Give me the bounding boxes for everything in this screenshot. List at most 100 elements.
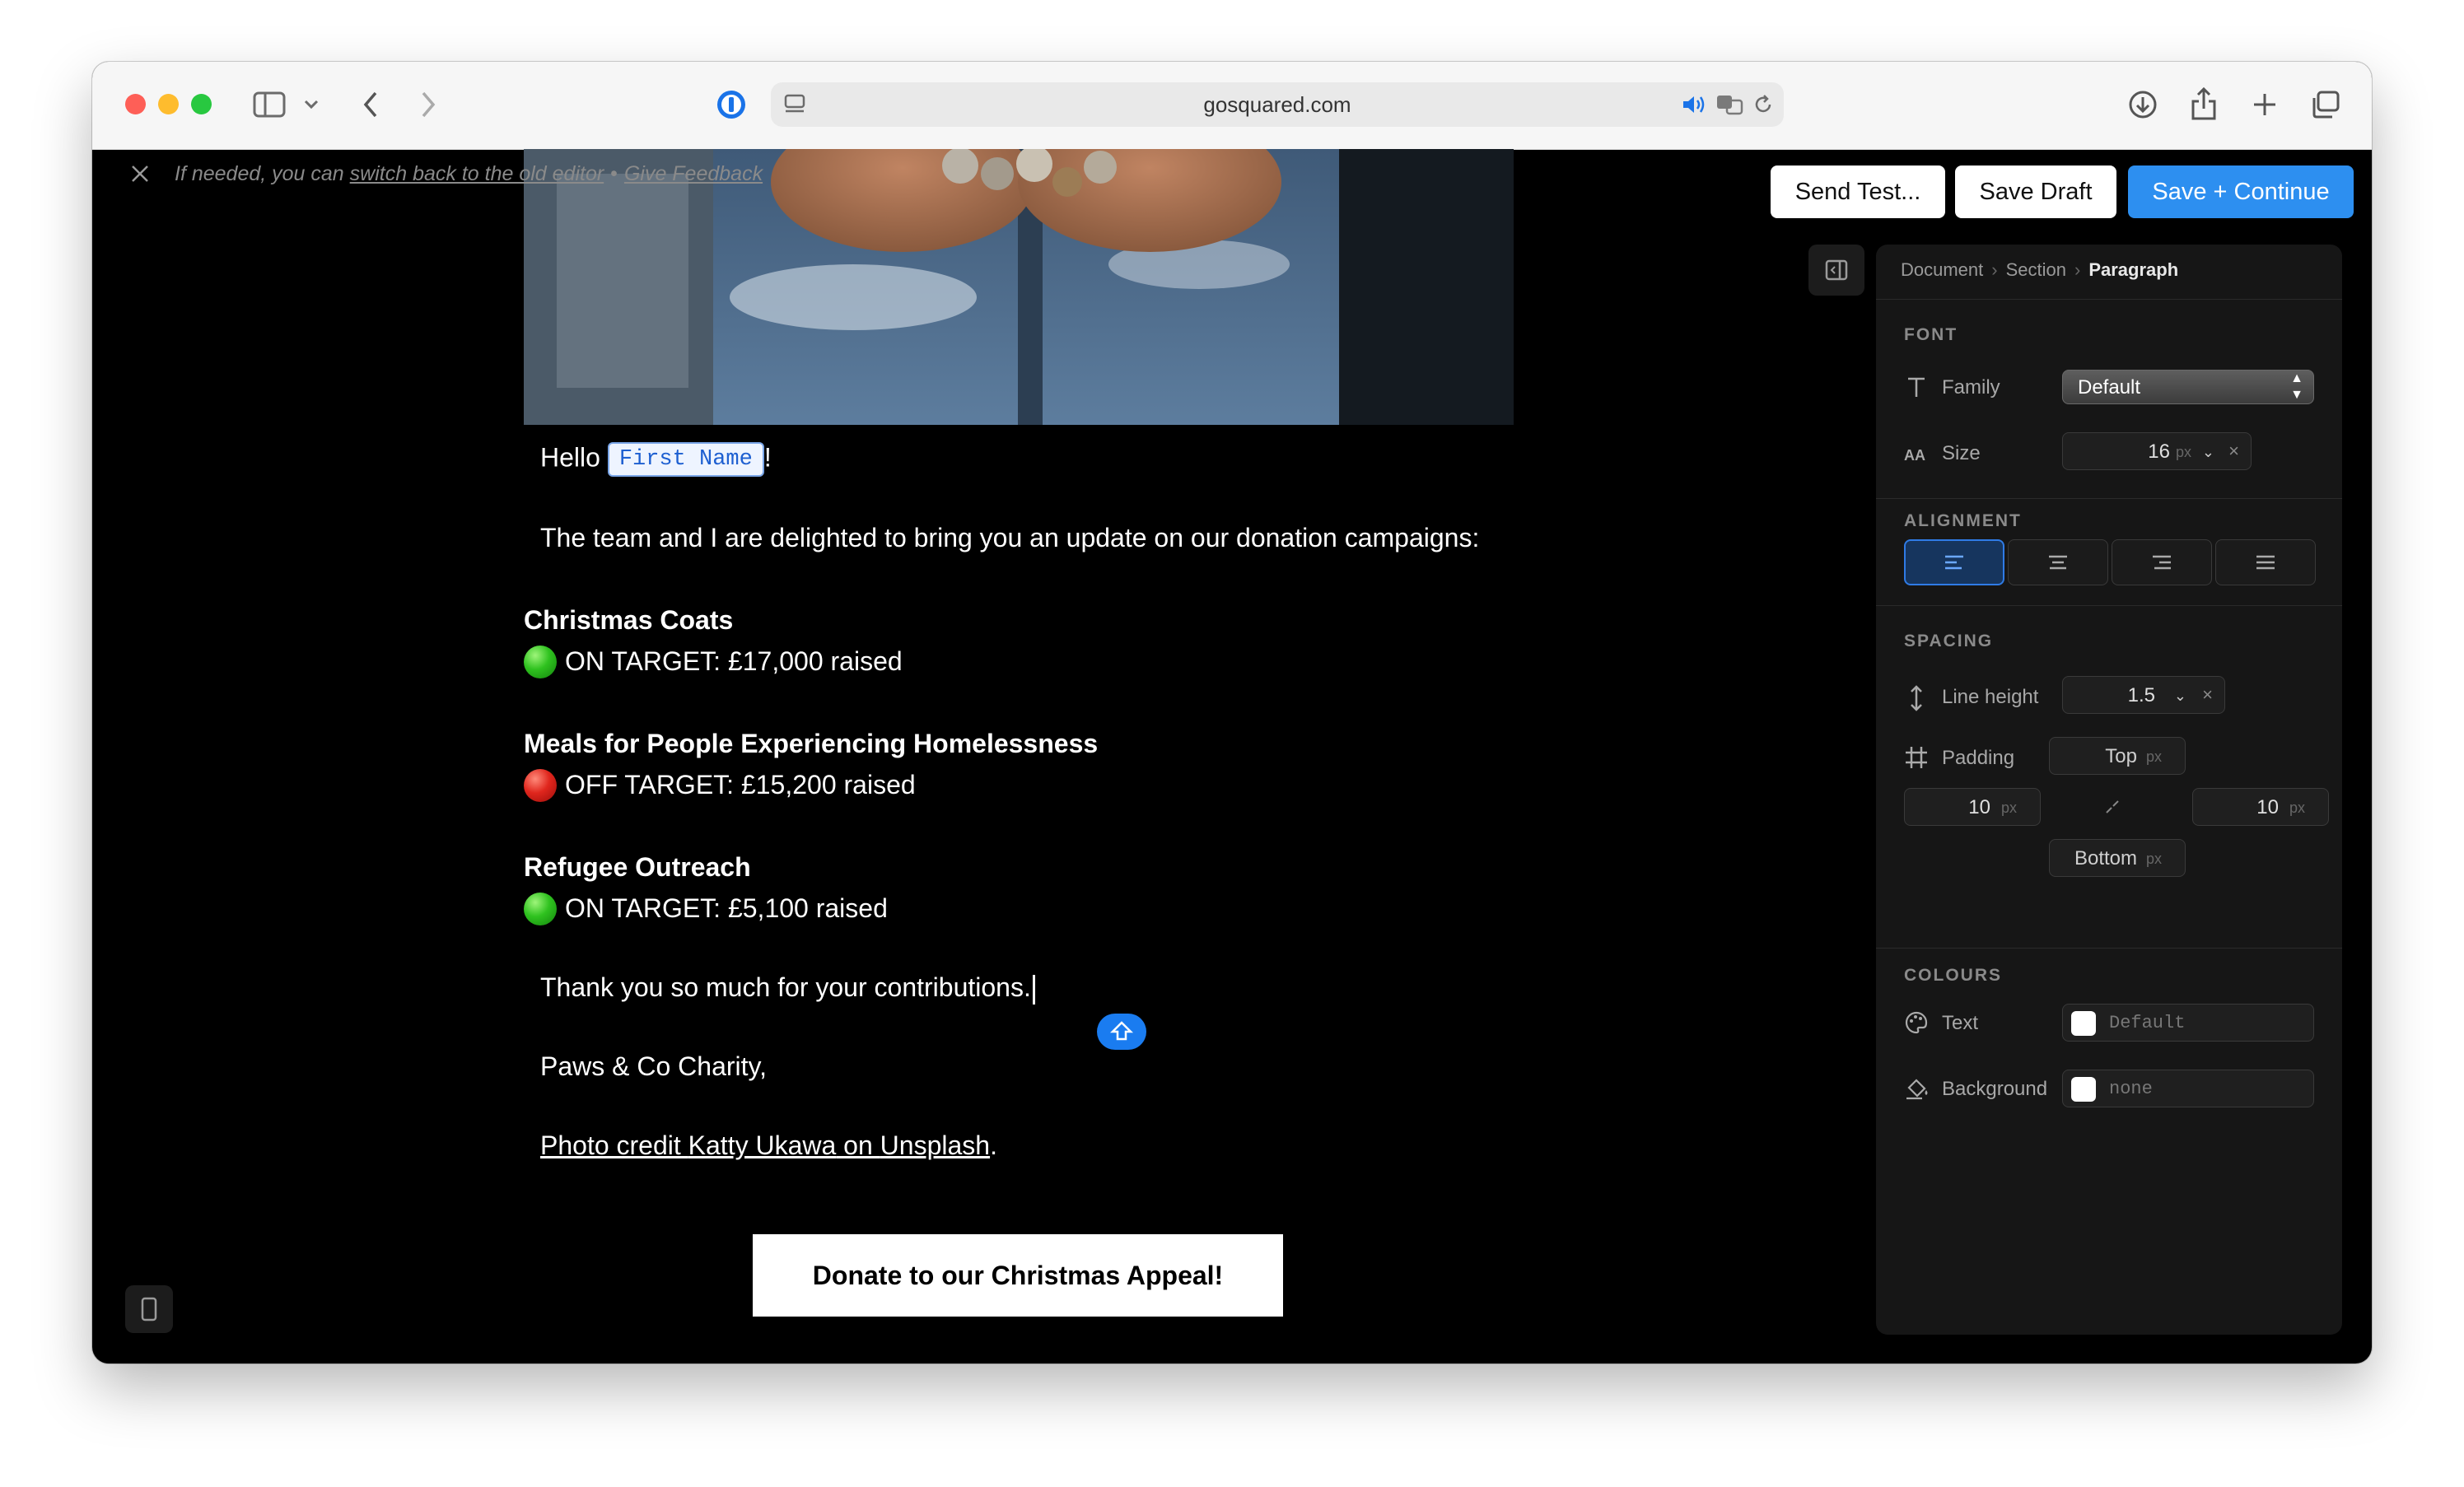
first-name-merge-tag[interactable]: First Name: [607, 442, 764, 477]
collapse-panel-button[interactable]: [1808, 245, 1864, 296]
on-target-green-dot-icon: [524, 645, 557, 678]
link-padding-icon[interactable]: [2103, 798, 2121, 816]
browser-window: gosquared.com If needed, you can switch …: [92, 62, 2372, 1363]
background-colour-label: Background: [1942, 1078, 2048, 1100]
downloads-icon[interactable]: [2126, 88, 2159, 121]
padding-unit: px: [2145, 851, 2162, 867]
line-height-label: Line height: [1942, 686, 2039, 708]
chevron-down-icon[interactable]: [301, 95, 321, 114]
campaign-status-refugee-outreach[interactable]: ON TARGET: £5,100 raised: [524, 892, 888, 927]
padding-top-input[interactable]: Top px: [2049, 737, 2186, 775]
mobile-preview-button[interactable]: [125, 1285, 173, 1333]
text-colour-input[interactable]: Default: [2062, 1004, 2314, 1042]
padding-right-input[interactable]: 10 px: [2192, 788, 2329, 826]
switch-editor-link[interactable]: switch back to the old editor: [350, 162, 604, 185]
donate-button[interactable]: Donate to our Christmas Appeal!: [753, 1234, 1283, 1317]
text-colour-label: Text: [1942, 1012, 1979, 1034]
credit-prefix[interactable]: Photo credit: [540, 1130, 688, 1160]
notice-text: If needed, you can: [175, 162, 350, 185]
clear-icon[interactable]: ×: [2202, 684, 2213, 706]
breadcrumb-section[interactable]: Section: [2006, 259, 2066, 280]
select-arrows-icon: ▲ ▼: [2290, 371, 2303, 402]
thanks-paragraph[interactable]: Thank you so much for your contributions…: [540, 972, 1035, 1005]
text-colour-swatch[interactable]: [2071, 1011, 2096, 1036]
line-height-icon: [1904, 684, 1929, 711]
palette-icon: [1904, 1010, 1929, 1035]
tab-overview-icon[interactable]: [2309, 88, 2342, 121]
campaign-title-christmas-coats[interactable]: Christmas Coats: [524, 605, 733, 636]
background-colour-placeholder: none: [2109, 1079, 2153, 1099]
zoom-window-button[interactable]: [191, 94, 212, 114]
align-center-button[interactable]: [2008, 539, 2108, 585]
padding-left-input[interactable]: 10 px: [1904, 788, 2041, 826]
family-label: Family: [1942, 376, 2000, 399]
credit-on[interactable]: on: [836, 1130, 880, 1160]
dismiss-notice-icon[interactable]: [125, 159, 155, 189]
divider: [1876, 948, 2342, 949]
signoff-paragraph[interactable]: Paws & Co Charity,: [540, 1051, 767, 1082]
speaker-icon[interactable]: [1680, 92, 1708, 117]
font-section-title: FONT: [1904, 325, 1958, 344]
chevron-down-icon[interactable]: ⌄: [2174, 677, 2186, 715]
breadcrumb-document[interactable]: Document: [1901, 259, 1983, 280]
size-label: Size: [1942, 442, 1981, 464]
off-target-red-dot-icon: [524, 768, 557, 802]
reload-icon[interactable]: [1751, 92, 1776, 117]
align-justify-button[interactable]: [2215, 539, 2316, 585]
save-draft-button[interactable]: Save Draft: [1955, 165, 2116, 218]
password-manager-icon[interactable]: [715, 88, 748, 121]
line-height-input[interactable]: 1.5 ⌄ ×: [2062, 676, 2225, 714]
minimize-window-button[interactable]: [158, 94, 179, 114]
campaign-status-meals[interactable]: OFF TARGET: £15,200 raised: [524, 768, 916, 804]
campaign-title-meals[interactable]: Meals for People Experiencing Homelessne…: [524, 729, 1098, 759]
campaign-status-christmas-coats[interactable]: ON TARGET: £17,000 raised: [524, 645, 903, 680]
background-colour-swatch[interactable]: [2071, 1077, 2096, 1102]
back-icon[interactable]: [356, 88, 385, 121]
on-target-green-dot-icon: [524, 892, 557, 925]
font-size-value: 16: [2148, 441, 2170, 463]
move-block-button[interactable]: [1097, 1014, 1146, 1050]
campaign-status-text: ON TARGET: £5,100 raised: [565, 893, 888, 923]
new-tab-icon[interactable]: [2248, 88, 2281, 121]
divider: [1876, 498, 2342, 499]
align-left-button[interactable]: [1904, 539, 2004, 585]
address-bar[interactable]: gosquared.com: [771, 82, 1784, 127]
greeting-paragraph[interactable]: Hello First Name!: [540, 442, 772, 477]
padding-right-value: 10: [2256, 796, 2279, 818]
thanks-text: Thank you so much for your contributions…: [540, 972, 1031, 1002]
forward-icon[interactable]: [413, 88, 443, 121]
font-size-input[interactable]: 16 px ⌄ ×: [2062, 432, 2252, 470]
close-window-button[interactable]: [125, 94, 146, 114]
colours-section-title: COLOURS: [1904, 966, 2002, 985]
chevron-down-icon[interactable]: ⌄: [2202, 433, 2214, 471]
save-continue-button[interactable]: Save + Continue: [2128, 165, 2354, 218]
notice-separator: •: [610, 162, 618, 185]
campaign-title-refugee-outreach[interactable]: Refugee Outreach: [524, 852, 751, 883]
url-text[interactable]: gosquared.com: [771, 82, 1784, 127]
padding-unit: px: [2000, 799, 2017, 816]
padding-top-placeholder: Top: [2105, 745, 2137, 767]
padding-unit: px: [2145, 748, 2162, 765]
text-colour-placeholder: Default: [2109, 1013, 2186, 1033]
font-family-select[interactable]: Default ▲ ▼: [2062, 370, 2314, 404]
unsplash-link[interactable]: Unsplash: [880, 1130, 990, 1160]
align-right-button[interactable]: [2112, 539, 2212, 585]
clear-icon[interactable]: ×: [2228, 441, 2239, 462]
sidebar-icon[interactable]: [252, 90, 287, 119]
padding-bottom-placeholder: Bottom: [2074, 847, 2137, 869]
breadcrumb-paragraph: Paragraph: [2088, 259, 2179, 280]
spacing-section-title: SPACING: [1904, 632, 1994, 650]
chevron-right-icon: ›: [2074, 259, 2081, 280]
padding-left-value: 10: [1968, 796, 1990, 818]
background-colour-input[interactable]: none: [2062, 1070, 2314, 1107]
share-icon[interactable]: [2187, 85, 2220, 123]
give-feedback-link[interactable]: Give Feedback: [624, 162, 763, 185]
credit-end: .: [990, 1130, 997, 1160]
translate-icon[interactable]: [1715, 92, 1744, 117]
alignment-section-title: ALIGNMENT: [1904, 511, 2022, 530]
photo-credit-paragraph[interactable]: Photo credit Katty Ukawa on Unsplash.: [540, 1130, 997, 1161]
padding-bottom-input[interactable]: Bottom px: [2049, 839, 2186, 877]
send-test-button[interactable]: Send Test...: [1771, 165, 1945, 218]
intro-paragraph[interactable]: The team and I are delighted to bring yo…: [540, 523, 1479, 553]
credit-author-link[interactable]: Katty Ukawa: [688, 1130, 837, 1160]
